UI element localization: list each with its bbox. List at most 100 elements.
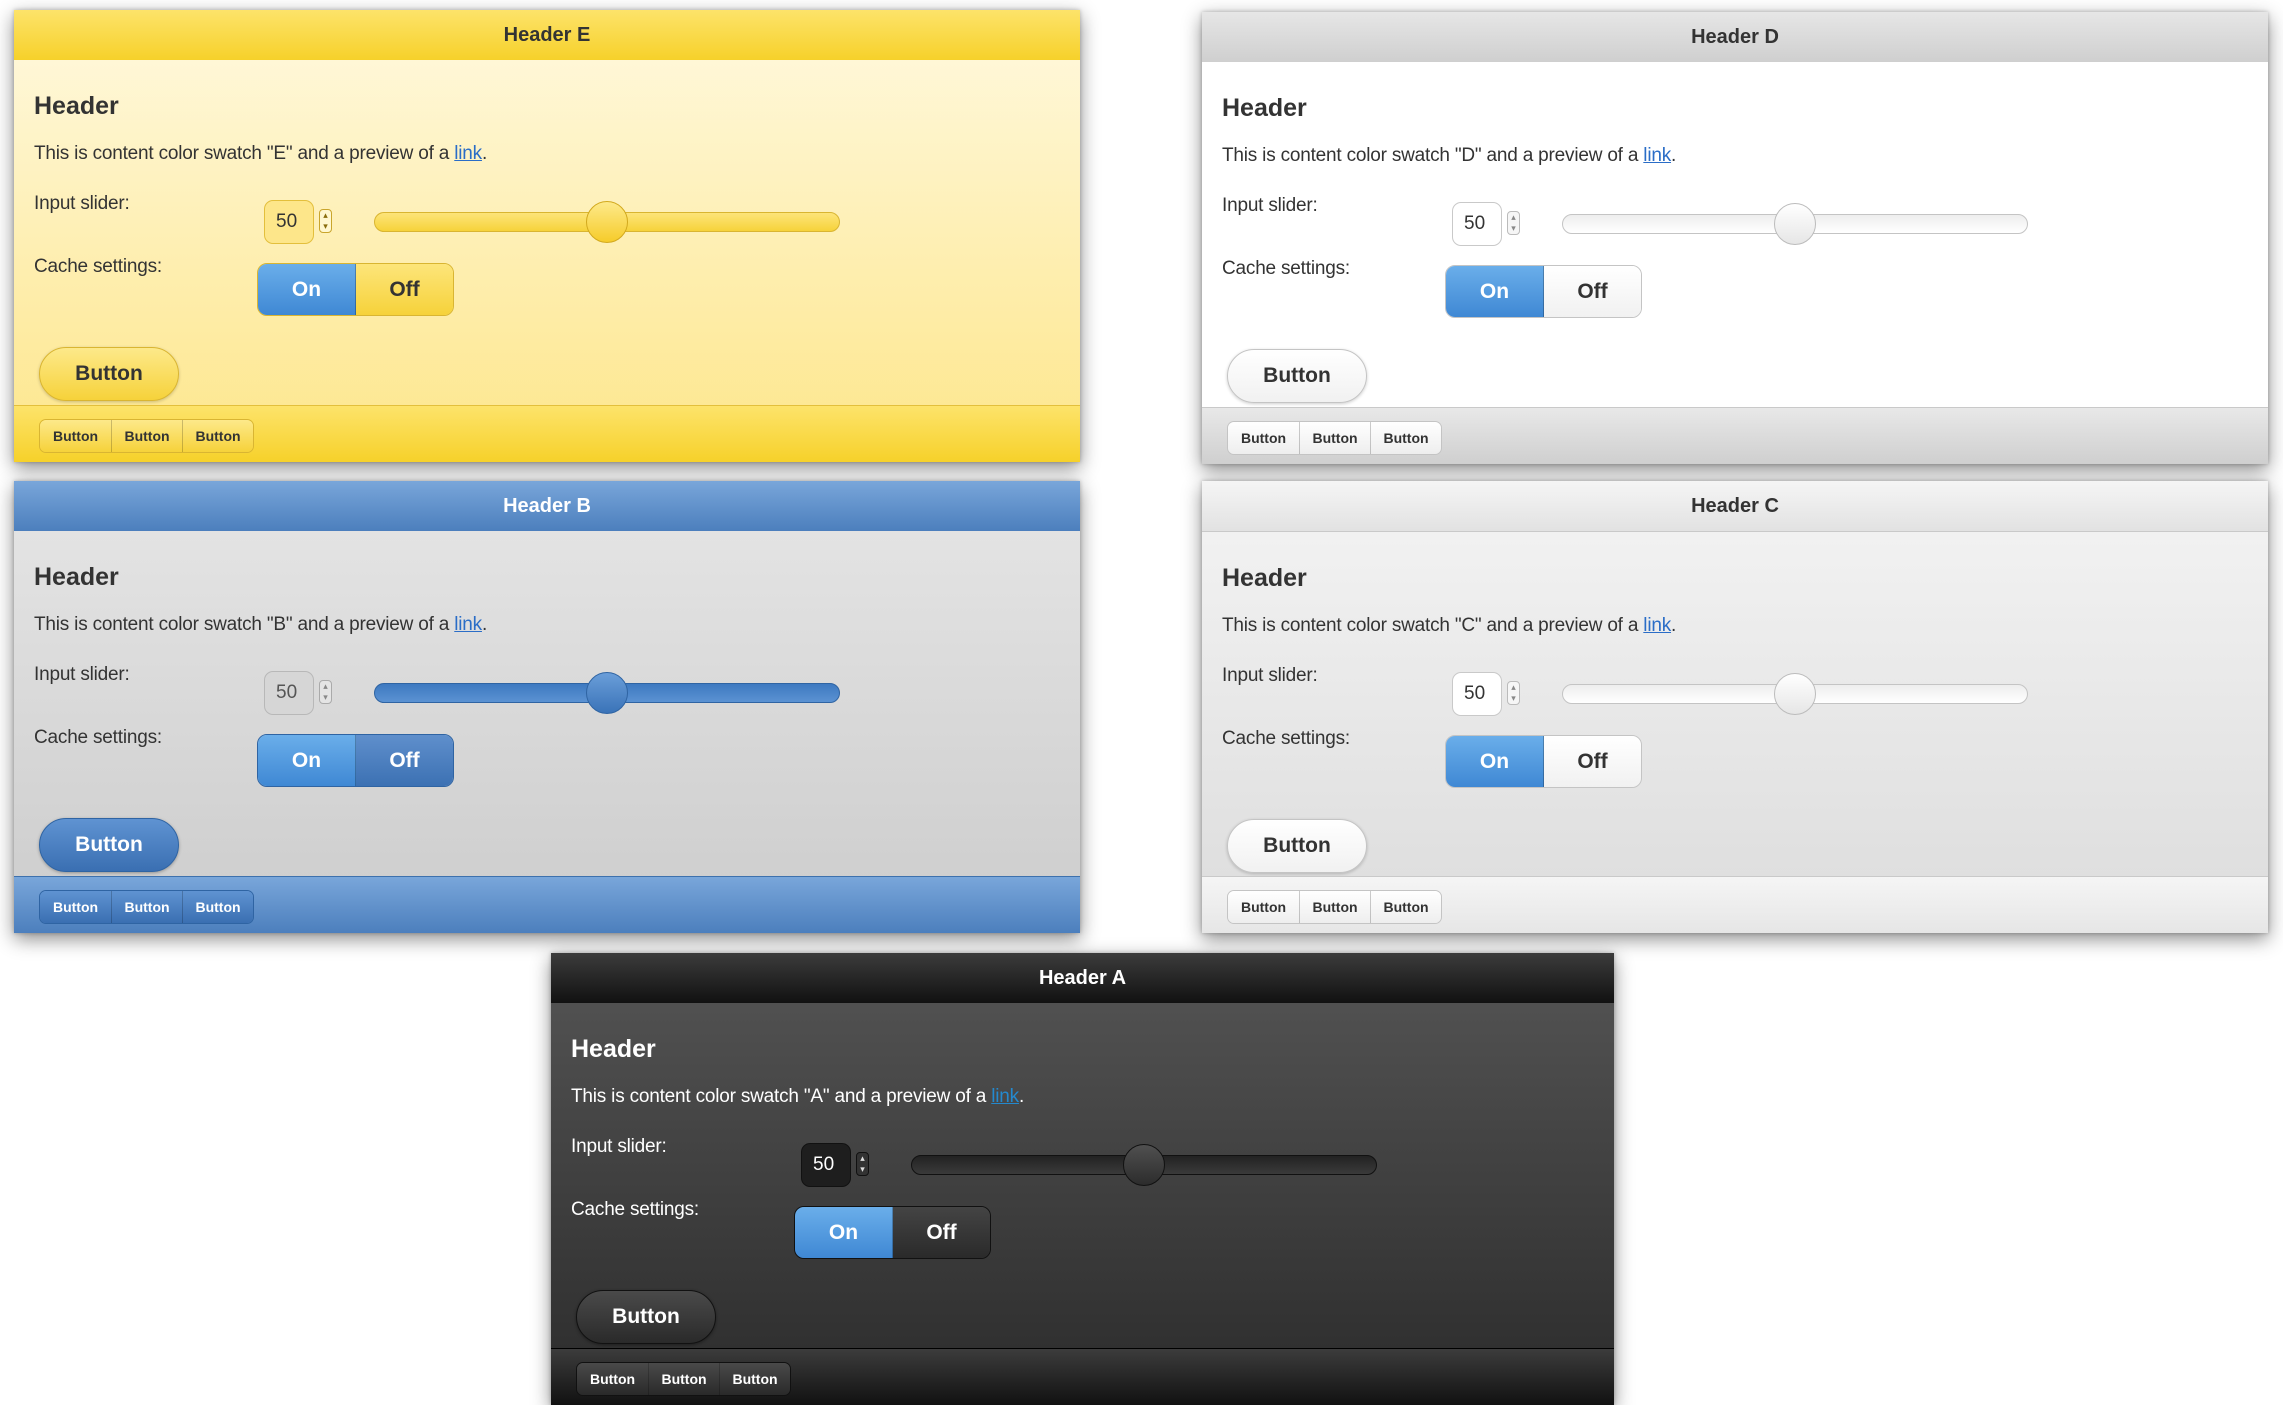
preview-link[interactable]: link — [454, 143, 482, 164]
content-button[interactable]: Button — [1227, 349, 1367, 403]
content-button[interactable]: Button — [39, 347, 179, 401]
toggle-off[interactable]: Off — [356, 735, 453, 786]
cache-toggle-switch[interactable]: On Off — [257, 734, 454, 787]
panel-footer: Button Button Button — [551, 1348, 1614, 1405]
footer-button-group: Button Button Button — [39, 890, 254, 924]
preview-link[interactable]: link — [991, 1086, 1019, 1107]
toggle-off[interactable]: Off — [356, 264, 453, 315]
panel-footer: Button Button Button — [1202, 876, 2268, 933]
content-description: This is content color swatch "D" and a p… — [1222, 145, 1676, 167]
stepper-arrows-icon[interactable]: ▴ ▾ — [319, 680, 332, 704]
cache-settings-label: Cache settings: — [571, 1199, 699, 1220]
toggle-off[interactable]: Off — [893, 1207, 990, 1258]
cache-toggle-switch[interactable]: On Off — [794, 1206, 991, 1259]
cache-settings-label: Cache settings: — [34, 256, 162, 277]
stepper-arrows-icon[interactable]: ▴ ▾ — [856, 1152, 869, 1176]
cache-settings-label: Cache settings: — [1222, 728, 1350, 749]
slider-value-input[interactable]: 50 — [801, 1143, 851, 1187]
content-button[interactable]: Button — [39, 818, 179, 872]
stepper-arrows-icon[interactable]: ▴ ▾ — [1507, 211, 1520, 235]
footer-button[interactable]: Button — [648, 1363, 719, 1395]
content-button[interactable]: Button — [576, 1290, 716, 1344]
slider-handle[interactable] — [1774, 203, 1816, 245]
footer-button[interactable]: Button — [1228, 891, 1299, 923]
content-description: This is content color swatch "C" and a p… — [1222, 615, 1676, 637]
swatch-panel-e: Header E Header This is content color sw… — [14, 10, 1080, 462]
panel-header: Header C — [1202, 481, 2268, 532]
stepper-arrows-icon[interactable]: ▴ ▾ — [1507, 681, 1520, 705]
toggle-on[interactable]: On — [1446, 736, 1544, 787]
content-title: Header — [571, 1035, 656, 1063]
description-text: This is content color swatch "A" and a p… — [571, 1086, 992, 1107]
panel-content: Header This is content color swatch "C" … — [1202, 532, 2268, 873]
footer-button[interactable]: Button — [1370, 891, 1441, 923]
slider-value-input[interactable]: 50 — [1452, 672, 1502, 716]
footer-button[interactable]: Button — [111, 420, 182, 452]
description-end: . — [481, 143, 488, 164]
slider-handle[interactable] — [586, 201, 628, 243]
slider-handle[interactable] — [586, 672, 628, 714]
content-button[interactable]: Button — [1227, 819, 1367, 873]
panel-header: Header E — [14, 10, 1080, 60]
description-end: . — [1671, 145, 1677, 166]
content-description: This is content color swatch "B" and a p… — [34, 614, 487, 636]
footer-button-group: Button Button Button — [1227, 421, 1442, 455]
description-end: . — [481, 614, 488, 635]
slider-handle[interactable] — [1123, 1144, 1165, 1186]
panel-header: Header B — [14, 481, 1080, 531]
cache-toggle-switch[interactable]: On Off — [257, 263, 454, 316]
content-title: Header — [1222, 94, 1307, 122]
footer-button[interactable]: Button — [1370, 422, 1441, 454]
footer-button[interactable]: Button — [577, 1363, 648, 1395]
toggle-on[interactable]: On — [795, 1207, 893, 1258]
slider-label: Input slider: — [34, 664, 130, 685]
footer-button[interactable]: Button — [1299, 891, 1370, 923]
slider-label: Input slider: — [34, 193, 130, 214]
slider-value-input[interactable]: 50 — [1452, 202, 1502, 246]
description-text: This is content color swatch "E" and a p… — [34, 143, 455, 164]
toggle-off[interactable]: Off — [1544, 266, 1641, 317]
stepper-arrows-icon[interactable]: ▴ ▾ — [319, 209, 332, 233]
footer-button-group: Button Button Button — [576, 1362, 791, 1396]
preview-link[interactable]: link — [1643, 615, 1671, 636]
preview-link[interactable]: link — [1643, 145, 1671, 166]
description-end: . — [1018, 1086, 1025, 1107]
footer-button[interactable]: Button — [111, 891, 182, 923]
toggle-on[interactable]: On — [258, 735, 356, 786]
cache-toggle-switch[interactable]: On Off — [1445, 265, 1642, 318]
description-end: . — [1671, 615, 1677, 636]
cache-toggle-switch[interactable]: On Off — [1445, 735, 1642, 788]
panel-footer: Button Button Button — [1202, 407, 2268, 464]
footer-button[interactable]: Button — [719, 1363, 790, 1395]
swatch-panel-c: Header C Header This is content color sw… — [1202, 481, 2268, 933]
swatch-panel-d: Header D Header This is content color sw… — [1202, 12, 2268, 464]
panel-header: Header A — [551, 953, 1614, 1003]
footer-button[interactable]: Button — [40, 420, 111, 452]
slider-handle[interactable] — [1774, 673, 1816, 715]
description-text: This is content color swatch "C" and a p… — [1222, 615, 1644, 636]
slider-value-input[interactable]: 50 — [264, 671, 314, 715]
footer-button[interactable]: Button — [40, 891, 111, 923]
content-description: This is content color swatch "E" and a p… — [34, 143, 487, 165]
footer-button[interactable]: Button — [182, 891, 253, 923]
slider-label: Input slider: — [571, 1136, 667, 1157]
footer-button-group: Button Button Button — [1227, 890, 1442, 924]
footer-button[interactable]: Button — [1228, 422, 1299, 454]
panel-footer: Button Button Button — [14, 405, 1080, 462]
slider-value-input[interactable]: 50 — [264, 200, 314, 244]
preview-link[interactable]: link — [454, 614, 482, 635]
slider-label: Input slider: — [1222, 665, 1318, 686]
panel-content: Header This is content color swatch "D" … — [1202, 62, 2268, 403]
panel-content: Header This is content color swatch "B" … — [14, 531, 1080, 872]
content-description: This is content color swatch "A" and a p… — [571, 1086, 1024, 1108]
toggle-off[interactable]: Off — [1544, 736, 1641, 787]
content-title: Header — [1222, 564, 1307, 592]
toggle-on[interactable]: On — [1446, 266, 1544, 317]
footer-button-group: Button Button Button — [39, 419, 254, 453]
slider-label: Input slider: — [1222, 195, 1318, 216]
swatch-panel-a: Header A Header This is content color sw… — [551, 953, 1614, 1405]
footer-button[interactable]: Button — [1299, 422, 1370, 454]
description-text: This is content color swatch "B" and a p… — [34, 614, 455, 635]
footer-button[interactable]: Button — [182, 420, 253, 452]
toggle-on[interactable]: On — [258, 264, 356, 315]
